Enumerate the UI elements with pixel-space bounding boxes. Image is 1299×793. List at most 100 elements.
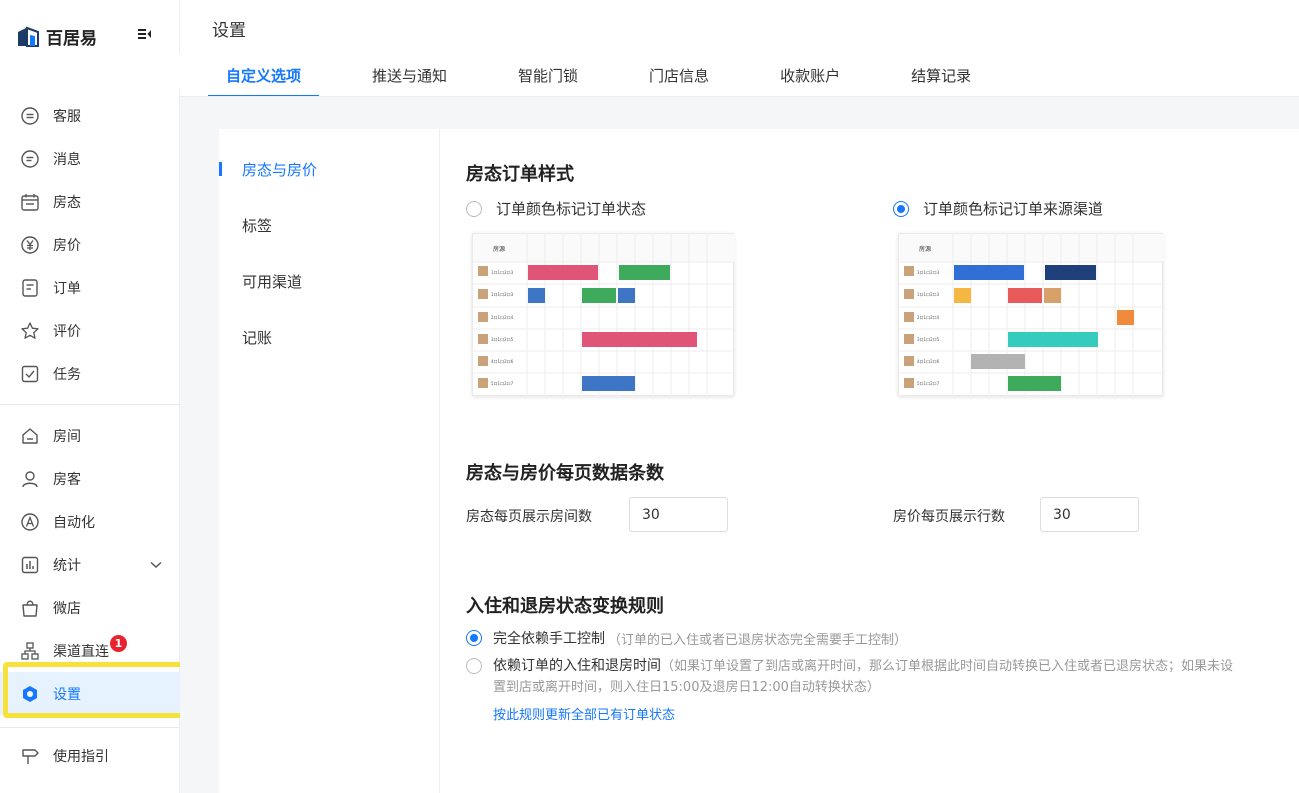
radio-auto-by-time[interactable]: 依赖订单的入住和退房时间（如果订单设置了到店或离开时间，那么订单根据此时间自动转… (466, 656, 1293, 698)
section-page-size-title: 房态与房价每页数据条数 (466, 463, 664, 484)
subnav-room-status-price[interactable]: 房态与房价 (242, 159, 317, 180)
section-order-style-title: 房态订单样式 (466, 164, 574, 185)
automation-icon (20, 512, 40, 532)
nav-label: 订单 (53, 280, 81, 297)
room-status-page-size-input[interactable] (629, 497, 728, 532)
stats-icon (20, 555, 40, 575)
subnav-active-indicator (219, 162, 222, 176)
radio-label: 依赖订单的入住和退房时间 (493, 658, 661, 674)
radio-order-status-color[interactable]: 订单颜色标记订单状态 (466, 198, 646, 219)
order-icon (20, 278, 40, 298)
nav-label: 自动化 (53, 514, 95, 531)
nav-item-orders[interactable]: 订单 (0, 266, 180, 309)
radio-note: （如果订单设置了到店或离开时间，那么订单根据此时间自动转换已入住或者已退房状态；… (661, 659, 1234, 674)
nav-item-statistics[interactable]: 统计 (0, 543, 180, 586)
preview-room-label: 1口1口2口3 (917, 270, 940, 275)
notification-badge: 1 (110, 635, 127, 652)
task-icon (20, 364, 40, 384)
nav-item-support[interactable]: 客服 (0, 94, 180, 137)
nav-item-guide[interactable]: 使用指引 (0, 734, 180, 777)
nav-label: 房间 (53, 428, 81, 445)
radio-circle[interactable] (466, 630, 482, 646)
tab-store-info[interactable]: 门店信息 (631, 53, 727, 97)
nav-label: 评价 (53, 323, 81, 340)
star-icon (20, 321, 40, 341)
subnav-bookkeeping[interactable]: 记账 (242, 327, 272, 348)
shop-icon (20, 598, 40, 618)
preview-channel-style[interactable]: 房源 1口1口2口3 1口1口2口3 2口1口2口4 3口1口2口5 4口1口2… (898, 233, 1164, 397)
nav-item-automation[interactable]: 自动化 (0, 500, 180, 543)
radio-label: 订单颜色标记订单来源渠道 (923, 200, 1104, 218)
update-all-orders-link[interactable]: 按此规则更新全部已有订单状态 (493, 704, 675, 723)
radio-circle[interactable] (893, 200, 909, 217)
collapse-menu-icon[interactable] (138, 28, 152, 44)
radio-order-channel-color[interactable]: 订单颜色标记订单来源渠道 (893, 198, 1103, 219)
radio-note: （订单的已入住或者已退房状态完全需要手工控制） (608, 632, 908, 648)
preview-room-label: 5口1口2口7 (917, 381, 940, 386)
tab-custom-options[interactable]: 自定义选项 (208, 53, 320, 97)
nav-item-room-price[interactable]: 房价 (0, 223, 180, 266)
nav-label: 客服 (53, 108, 81, 125)
sidebar-divider (0, 404, 180, 405)
nav-item-room-status[interactable]: 房态 (0, 180, 180, 223)
logo-text: 百居易 (46, 29, 97, 49)
user-icon (20, 469, 40, 489)
channel-icon (20, 641, 40, 661)
subnav-channels[interactable]: 可用渠道 (242, 271, 302, 292)
nav-label: 使用指引 (53, 748, 109, 765)
nav-label: 房价 (53, 237, 81, 254)
nav-item-rooms[interactable]: 房间 (0, 414, 180, 457)
nav-group-main: 客服 消息 房态 房价 订单 评价 任务 (0, 94, 180, 395)
nav-label: 统计 (53, 557, 81, 574)
preview-room-label: 3口1口2口5 (917, 337, 940, 342)
nav-item-guests[interactable]: 房客 (0, 457, 180, 500)
nav-item-shop[interactable]: 微店 (0, 586, 180, 629)
preview-room-label: 5口1口2口7 (491, 381, 514, 386)
nav-item-tasks[interactable]: 任务 (0, 352, 180, 395)
message-icon (20, 149, 40, 169)
tab-payment-account[interactable]: 收款账户 (762, 53, 858, 97)
section-checkin-rule-title: 入住和退房状态变换规则 (466, 596, 664, 617)
subnav-tags[interactable]: 标签 (242, 215, 272, 236)
tab-settlement-records[interactable]: 结算记录 (893, 53, 989, 97)
tab-bar: 自定义选项 推送与通知 智能门锁 门店信息 收款账户 结算记录 (208, 53, 1024, 97)
preview-grid-status: 房源 1口1口2口3 1口1口2口3 2口1口2口4 3口1口2口5 4口1口2… (473, 234, 735, 397)
signpost-icon (20, 746, 40, 766)
tab-smart-lock[interactable]: 智能门锁 (500, 53, 596, 97)
nav-label: 任务 (53, 366, 81, 383)
radio-label: 完全依赖手工控制 (493, 631, 605, 647)
preview-room-label: 1口1口2口3 (491, 270, 514, 275)
radio-text-block: 依赖订单的入住和退房时间（如果订单设置了到店或离开时间，那么订单根据此时间自动转… (493, 656, 1293, 698)
preview-header-label: 房源 (919, 245, 931, 253)
page-title: 设置 (212, 21, 246, 41)
radio-note: 置到店或离开时间，则入住日15:00及退房日12:00自动转换状态） (493, 680, 880, 695)
preview-room-label: 3口1口2口5 (491, 337, 514, 342)
sub-navigation: 房态与房价 标签 可用渠道 记账 (219, 129, 440, 793)
preview-status-style[interactable]: 房源 1口1口2口3 1口1口2口3 2口1口2口4 3口1口2口5 4口1口2… (472, 233, 735, 397)
yen-icon (20, 235, 40, 255)
preview-room-label: 2口1口2口4 (917, 315, 940, 320)
preview-room-label: 1口1口2口3 (917, 292, 940, 297)
nav-label: 房态 (53, 194, 81, 211)
radio-manual-control[interactable]: 完全依赖手工控制 （订单的已入住或者已退房状态完全需要手工控制） (466, 628, 907, 648)
nav-item-messages[interactable]: 消息 (0, 137, 180, 180)
radio-label: 订单颜色标记订单状态 (496, 200, 647, 218)
logo[interactable]: 百居易 (16, 24, 97, 49)
calendar-icon (20, 192, 40, 212)
radio-circle[interactable] (466, 200, 482, 217)
preview-grid-channel: 房源 1口1口2口3 1口1口2口3 2口1口2口4 3口1口2口5 4口1口2… (899, 234, 1164, 397)
radio-circle[interactable] (466, 658, 482, 674)
preview-room-label: 2口1口2口4 (491, 315, 514, 320)
preview-room-label: 4口1口2口6 (917, 359, 940, 364)
sidebar-top-band (0, 53, 180, 88)
preview-header-label: 房源 (493, 245, 505, 253)
chevron-down-icon[interactable] (150, 558, 162, 572)
room-price-page-size-label: 房价每页展示行数 (893, 509, 1005, 525)
nav-label: 消息 (53, 151, 81, 168)
logo-icon (18, 26, 39, 47)
nav-item-reviews[interactable]: 评价 (0, 309, 180, 352)
room-status-page-size-label: 房态每页展示房间数 (466, 509, 592, 525)
nav-label: 房客 (53, 471, 81, 488)
room-price-page-size-input[interactable] (1040, 497, 1139, 532)
tab-push-notification[interactable]: 推送与通知 (354, 53, 465, 97)
